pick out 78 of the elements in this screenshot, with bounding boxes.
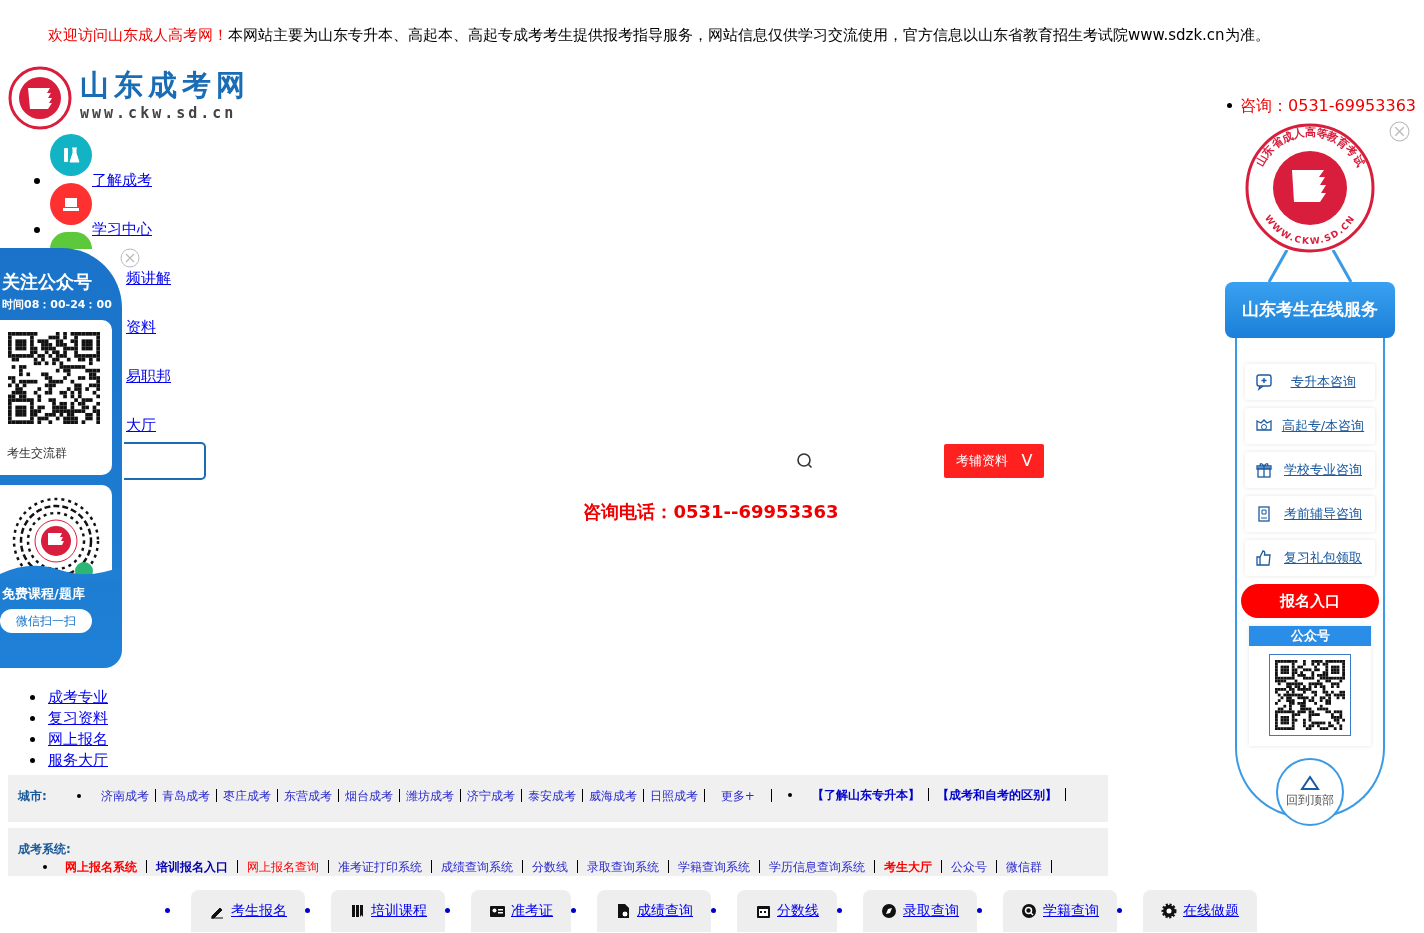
city-link[interactable]: 济宁成考 xyxy=(466,786,515,805)
logo-url: www.ckw.sd.cn xyxy=(80,103,238,125)
topic-link[interactable]: 【了解山东专升本】 xyxy=(811,785,920,804)
nav-link[interactable]: 大厅 xyxy=(126,414,156,437)
signup-button[interactable]: 报名入口 xyxy=(1241,584,1379,618)
system-link[interactable]: 微信群 xyxy=(1006,857,1042,876)
logo-title[interactable]: 山东成考网 xyxy=(80,70,250,103)
back-to-top[interactable]: 回到顶部 xyxy=(1276,758,1344,826)
qr-caption: 考生交流群 xyxy=(6,444,68,462)
system-link[interactable]: 学籍查询系统 xyxy=(678,857,750,876)
system-link[interactable]: 公众号 xyxy=(951,857,987,876)
up-triangle-icon xyxy=(1300,775,1320,791)
city-link[interactable]: 日照成考 xyxy=(649,786,698,805)
qr-code xyxy=(1275,660,1345,730)
link[interactable]: 复习资料 xyxy=(48,707,108,729)
system-link[interactable]: 考生大厅 xyxy=(884,857,932,876)
city-link[interactable]: 枣庄成考 xyxy=(222,786,271,805)
nav-link[interactable]: 易职邦 xyxy=(126,365,171,388)
laptop-icon[interactable] xyxy=(50,182,92,225)
city-link[interactable]: 烟台成考 xyxy=(344,786,393,805)
city-link[interactable]: 青岛成考 xyxy=(161,786,210,805)
panel-header: 山东考生在线服务 xyxy=(1225,282,1395,338)
topic-link[interactable]: 【成考和自考的区别】 xyxy=(936,785,1057,804)
service-hours: 时间08：00-24：00 xyxy=(2,297,113,313)
book-icon xyxy=(349,902,365,919)
search-field[interactable] xyxy=(124,441,206,480)
system-link[interactable]: 培训报名入口 xyxy=(156,857,228,876)
city-link[interactable]: 威海成考 xyxy=(588,786,637,805)
service-link[interactable]: 复习礼包领取 xyxy=(1245,540,1375,576)
thumbs-up-icon xyxy=(1255,549,1273,567)
quick-link[interactable]: 录取查询 xyxy=(863,889,977,932)
book-icon xyxy=(1255,505,1273,523)
gear-icon xyxy=(1161,902,1177,919)
city-link[interactable]: 泰安成考 xyxy=(527,786,576,805)
chat-add-icon xyxy=(1255,373,1273,391)
materials-button[interactable]: 考辅资料 V xyxy=(944,443,1044,478)
city-link[interactable]: 潍坊成考 xyxy=(405,786,454,805)
quick-link[interactable]: 准考证 xyxy=(471,889,571,932)
search-icon[interactable] xyxy=(796,451,814,470)
flask-icon[interactable] xyxy=(50,133,92,176)
qr-title: 公众号 xyxy=(1249,626,1371,646)
system-label: 成考系统: xyxy=(18,840,71,858)
service-link[interactable]: 专升本咨询 xyxy=(1245,364,1375,400)
service-link[interactable]: 学校专业咨询 xyxy=(1245,452,1375,488)
quick-link[interactable]: 成绩查询 xyxy=(597,889,711,932)
link[interactable]: 网上报名 xyxy=(48,728,108,750)
link[interactable]: 成考专业 xyxy=(48,686,108,708)
promo-text: 免费课程/题库 xyxy=(1,584,86,603)
phone-number: 咨询电话：0531--69953363 xyxy=(583,500,839,522)
round-icon[interactable] xyxy=(50,231,92,249)
search-icon xyxy=(1021,902,1037,919)
system-link[interactable]: 学历信息查询系统 xyxy=(769,857,865,876)
scan-button[interactable]: 微信扫一扫 xyxy=(0,609,92,633)
system-link[interactable]: 分数线 xyxy=(532,857,568,876)
city-label: 城市: xyxy=(18,787,47,805)
quick-link[interactable]: 学籍查询 xyxy=(1003,889,1117,932)
system-link[interactable]: 成绩查询系统 xyxy=(441,857,513,876)
document-search-icon xyxy=(615,902,631,919)
logo-icon[interactable] xyxy=(8,65,72,130)
quick-link[interactable]: 培训课程 xyxy=(331,889,445,932)
notice-text: 欢迎访问山东成人高考网！本网站主要为山东专升本、高起本、高起专成考考生提供报考指导服务，网站信息仅供学习交流使用，官方信息以山东省教育招生考试院www.sdzk.cn为准。 xyxy=(47,25,1271,46)
contact-phone: 咨询：0531-69953363 xyxy=(1240,94,1416,117)
nav-link[interactable]: 学习中心 xyxy=(92,218,152,241)
quick-link[interactable]: 考生报名 xyxy=(191,889,305,932)
nav-link[interactable]: 了解成考 xyxy=(92,169,152,192)
gift-icon xyxy=(1255,461,1273,479)
nav-link[interactable]: 资料 xyxy=(126,316,156,339)
system-link[interactable]: 网上报名查询 xyxy=(247,857,319,876)
system-link[interactable]: 录取查询系统 xyxy=(587,857,659,876)
compass-icon xyxy=(881,902,897,919)
city-link[interactable]: 济南成考 xyxy=(100,786,149,805)
panel-title: 关注公众号 xyxy=(1,270,93,294)
system-link[interactable]: 准考证打印系统 xyxy=(338,857,422,876)
more-link[interactable]: 更多+ xyxy=(720,786,755,805)
nav-link[interactable]: 频讲解 xyxy=(126,267,171,290)
city-link[interactable]: 东营成考 xyxy=(283,786,332,805)
link[interactable]: 服务大厅 xyxy=(48,749,108,771)
system-link[interactable]: 网上报名系统 xyxy=(65,857,137,876)
